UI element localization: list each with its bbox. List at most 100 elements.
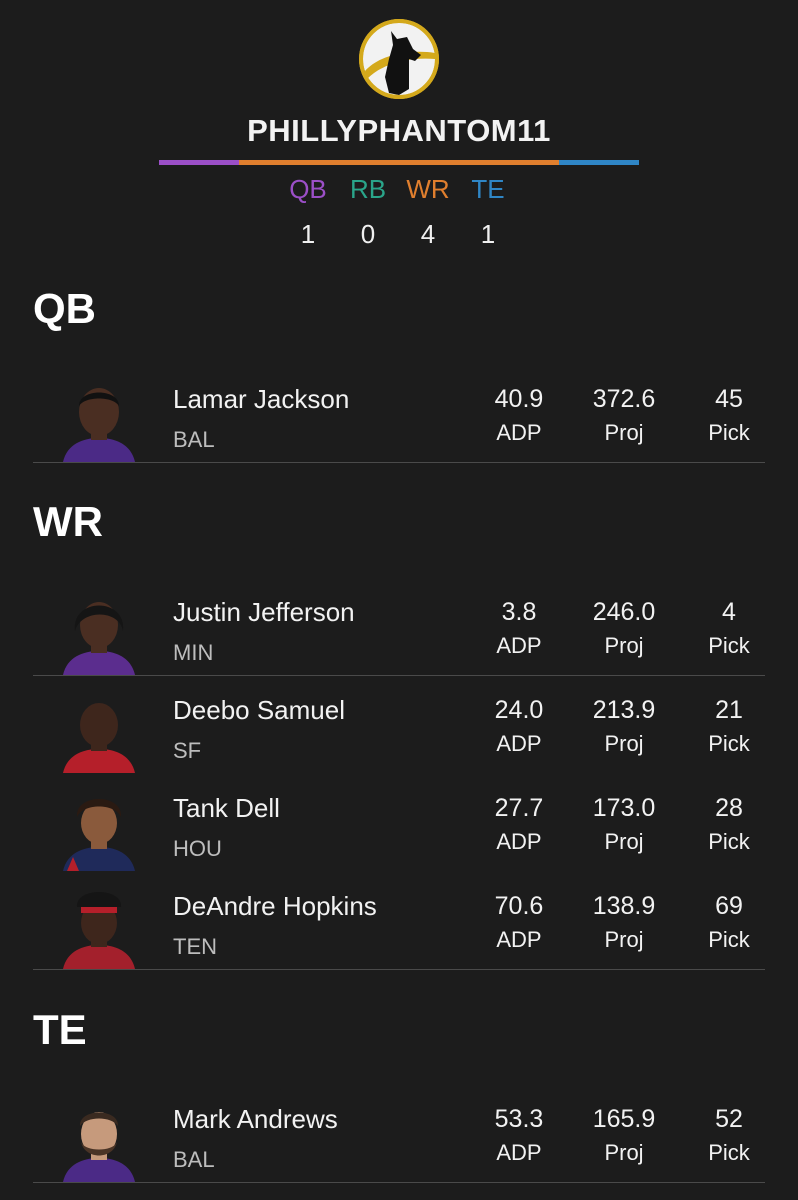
pick-label: Pick bbox=[708, 731, 750, 756]
player-headshot-icon bbox=[63, 799, 135, 871]
player-avatar bbox=[53, 787, 145, 871]
player-team: BAL bbox=[173, 1147, 215, 1172]
player-team: BAL bbox=[173, 427, 215, 452]
adp-stat: 3.8 ADP bbox=[474, 598, 564, 659]
proj-value: 138.9 bbox=[592, 892, 656, 920]
adp-label: ADP bbox=[496, 633, 542, 658]
count-rb: RB 0 bbox=[338, 174, 398, 250]
count-label: WR bbox=[406, 174, 450, 204]
proj-stat: 372.6 Proj bbox=[579, 385, 669, 446]
count-value: 4 bbox=[420, 219, 436, 249]
adp-value: 70.6 bbox=[494, 892, 544, 920]
adp-stat: 40.9 ADP bbox=[474, 385, 564, 446]
player-headshot-icon bbox=[63, 388, 135, 462]
player-name: Deebo Samuel bbox=[173, 695, 345, 725]
adp-value: 3.8 bbox=[501, 598, 537, 626]
player-headshot-icon bbox=[63, 703, 135, 773]
count-value: 0 bbox=[360, 219, 376, 249]
proj-label: Proj bbox=[604, 927, 644, 952]
player-row[interactable]: Lamar Jackson BAL 40.9 ADP 372.6 Proj 45 Pi… bbox=[33, 370, 765, 463]
count-te: TE 1 bbox=[458, 174, 518, 250]
player-row[interactable]: Tank Dell HOU 27.7 ADP 173.0 Proj 28 Pick bbox=[33, 779, 765, 871]
adp-value: 24.0 bbox=[494, 696, 544, 724]
pick-value: 4 bbox=[722, 598, 736, 626]
count-value: 1 bbox=[300, 219, 316, 249]
pick-label: Pick bbox=[708, 1140, 750, 1165]
proj-stat: 165.9 Proj bbox=[579, 1105, 669, 1166]
pick-label: Pick bbox=[708, 420, 750, 445]
position-distribution-bar bbox=[159, 160, 639, 165]
pick-value: 69 bbox=[715, 892, 743, 920]
proj-label: Proj bbox=[604, 420, 644, 445]
pick-stat: 28 Pick bbox=[684, 794, 774, 855]
player-avatar bbox=[53, 689, 145, 773]
proj-value: 372.6 bbox=[592, 385, 656, 413]
pick-value: 21 bbox=[715, 696, 743, 724]
adp-stat: 53.3 ADP bbox=[474, 1105, 564, 1166]
pick-stat: 21 Pick bbox=[684, 696, 774, 757]
player-row[interactable]: DeAndre Hopkins TEN 70.6 ADP 138.9 Proj 69… bbox=[33, 877, 765, 970]
player-name: Mark Andrews bbox=[173, 1104, 338, 1134]
player-headshot-icon bbox=[63, 602, 135, 675]
proj-value: 165.9 bbox=[592, 1105, 656, 1133]
proj-label: Proj bbox=[604, 1140, 644, 1165]
section-title-te: TE bbox=[33, 1006, 87, 1053]
adp-label: ADP bbox=[496, 1140, 542, 1165]
adp-label: ADP bbox=[496, 731, 542, 756]
proj-label: Proj bbox=[604, 633, 644, 658]
team-name: PHILLYPHANTOM11 bbox=[247, 113, 551, 148]
player-row[interactable]: Mark Andrews BAL 53.3 ADP 165.9 Proj 52 Pic… bbox=[33, 1090, 765, 1183]
player-row[interactable]: Justin Jefferson MIN 3.8 ADP 246.0 Proj 4 P… bbox=[33, 583, 765, 676]
player-avatar bbox=[53, 1098, 145, 1182]
pick-stat: 52 Pick bbox=[684, 1105, 774, 1166]
count-label: QB bbox=[289, 174, 327, 204]
player-name: Tank Dell bbox=[173, 793, 280, 823]
position-bar-segment-wr bbox=[239, 160, 560, 165]
pick-value: 45 bbox=[715, 385, 743, 413]
player-avatar bbox=[53, 885, 145, 969]
adp-stat: 70.6 ADP bbox=[474, 892, 564, 953]
proj-stat: 138.9 Proj bbox=[579, 892, 669, 953]
player-team: HOU bbox=[173, 836, 222, 861]
team-logo bbox=[359, 19, 439, 99]
pick-stat: 69 Pick bbox=[684, 892, 774, 953]
pick-label: Pick bbox=[708, 633, 750, 658]
player-team: SF bbox=[173, 738, 202, 763]
pick-value: 52 bbox=[715, 1105, 743, 1133]
player-row[interactable]: Deebo Samuel SF 24.0 ADP 213.9 Proj 21 Pick bbox=[33, 681, 765, 773]
proj-label: Proj bbox=[604, 731, 644, 756]
count-label: TE bbox=[471, 174, 505, 204]
proj-value: 173.0 bbox=[592, 794, 656, 822]
section-title-qb: QB bbox=[33, 285, 96, 332]
proj-stat: 173.0 Proj bbox=[579, 794, 669, 855]
proj-stat: 246.0 Proj bbox=[579, 598, 669, 659]
section-title-wr: WR bbox=[33, 498, 103, 545]
pick-value: 28 bbox=[715, 794, 743, 822]
adp-value: 53.3 bbox=[494, 1105, 544, 1133]
player-headshot-icon bbox=[63, 1112, 135, 1182]
adp-value: 27.7 bbox=[494, 794, 544, 822]
player-name: Lamar Jackson bbox=[173, 384, 350, 414]
pick-label: Pick bbox=[708, 927, 750, 952]
player-team: TEN bbox=[173, 934, 217, 959]
proj-value: 246.0 bbox=[592, 598, 656, 626]
adp-label: ADP bbox=[496, 829, 542, 854]
adp-stat: 27.7 ADP bbox=[474, 794, 564, 855]
proj-label: Proj bbox=[604, 829, 644, 854]
position-bar-segment-te bbox=[559, 160, 639, 165]
adp-stat: 24.0 ADP bbox=[474, 696, 564, 757]
player-team: MIN bbox=[173, 640, 214, 665]
count-qb: QB 1 bbox=[278, 174, 338, 250]
adp-value: 40.9 bbox=[494, 385, 544, 413]
pick-stat: 4 Pick bbox=[684, 598, 774, 659]
pick-label: Pick bbox=[708, 829, 750, 854]
proj-value: 213.9 bbox=[592, 696, 656, 724]
player-avatar bbox=[53, 378, 145, 462]
adp-label: ADP bbox=[496, 927, 542, 952]
dog-silhouette-logo-icon bbox=[359, 19, 439, 99]
count-value: 1 bbox=[480, 219, 496, 249]
count-label: RB bbox=[349, 174, 387, 204]
count-wr: WR 4 bbox=[398, 174, 458, 250]
player-name: Justin Jefferson bbox=[173, 597, 355, 627]
proj-stat: 213.9 Proj bbox=[579, 696, 669, 757]
